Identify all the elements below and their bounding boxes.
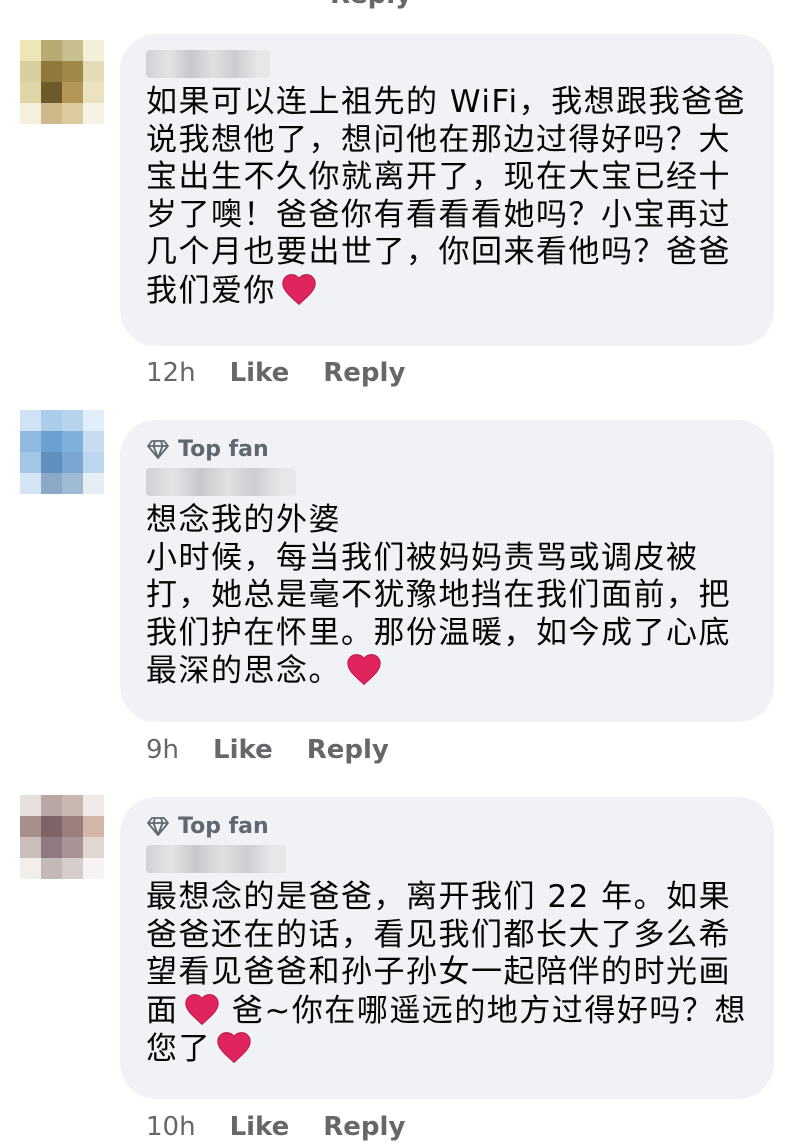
comment-bubble: Top fan 最想念的是爸爸，离开我们 22 年。如果爸爸还在的话，看见我们都… bbox=[120, 797, 774, 1099]
top-fan-label: Top fan bbox=[178, 813, 269, 839]
reply-button[interactable]: Reply bbox=[323, 358, 405, 388]
red-heart-icon bbox=[217, 1032, 251, 1064]
reply-button-partial[interactable]: Reply bbox=[330, 0, 412, 10]
comment-bubble: Top fan 想念我的外婆 小时候，每当我们被妈妈责骂或调皮被打，她总是毫不犹… bbox=[120, 420, 774, 722]
avatar[interactable] bbox=[20, 410, 104, 494]
comment-actions: 9h Like Reply bbox=[146, 735, 389, 765]
author-name-blurred[interactable] bbox=[146, 50, 270, 78]
comment-bubble: 如果可以连上祖先的 WiFi，我想跟我爸爸说我想他了，想问他在那边过得好吗？大宝… bbox=[120, 34, 774, 346]
red-heart-icon bbox=[184, 993, 219, 1025]
red-heart-icon bbox=[282, 273, 316, 305]
like-button[interactable]: Like bbox=[230, 358, 290, 388]
avatar[interactable] bbox=[20, 40, 104, 124]
comment-text: 如果可以连上祖先的 WiFi，我想跟我爸爸说我想他了，想问他在那边过得好吗？大宝… bbox=[146, 84, 747, 309]
comment-actions: 10h Like Reply bbox=[146, 1112, 405, 1142]
comment-text: 最想念的是爸爸，离开我们 22 年。如果爸爸还在的话，看见我们都长大了多么希望看… bbox=[146, 879, 747, 1067]
top-fan-badge: Top fan bbox=[146, 434, 748, 464]
author-name-blurred[interactable] bbox=[146, 468, 296, 496]
like-button[interactable]: Like bbox=[230, 1112, 290, 1142]
reply-button[interactable]: Reply bbox=[307, 735, 389, 765]
diamond-icon bbox=[147, 817, 169, 836]
avatar[interactable] bbox=[20, 795, 104, 879]
comment-text: 想念我的外婆 小时候，每当我们被妈妈责骂或调皮被打，她总是毫不犹豫地挡在我们面前… bbox=[146, 502, 731, 689]
comment-timestamp[interactable]: 9h bbox=[146, 735, 179, 765]
author-name-blurred[interactable] bbox=[146, 845, 286, 873]
comment-actions: 12h Like Reply bbox=[146, 358, 405, 388]
top-fan-badge: Top fan bbox=[146, 811, 748, 841]
like-button[interactable]: Like bbox=[213, 735, 273, 765]
red-heart-icon bbox=[347, 654, 381, 686]
top-fan-label: Top fan bbox=[178, 436, 269, 462]
reply-button[interactable]: Reply bbox=[323, 1112, 405, 1142]
diamond-icon bbox=[147, 440, 169, 459]
comment-timestamp[interactable]: 12h bbox=[146, 358, 196, 388]
comment-timestamp[interactable]: 10h bbox=[146, 1112, 196, 1142]
